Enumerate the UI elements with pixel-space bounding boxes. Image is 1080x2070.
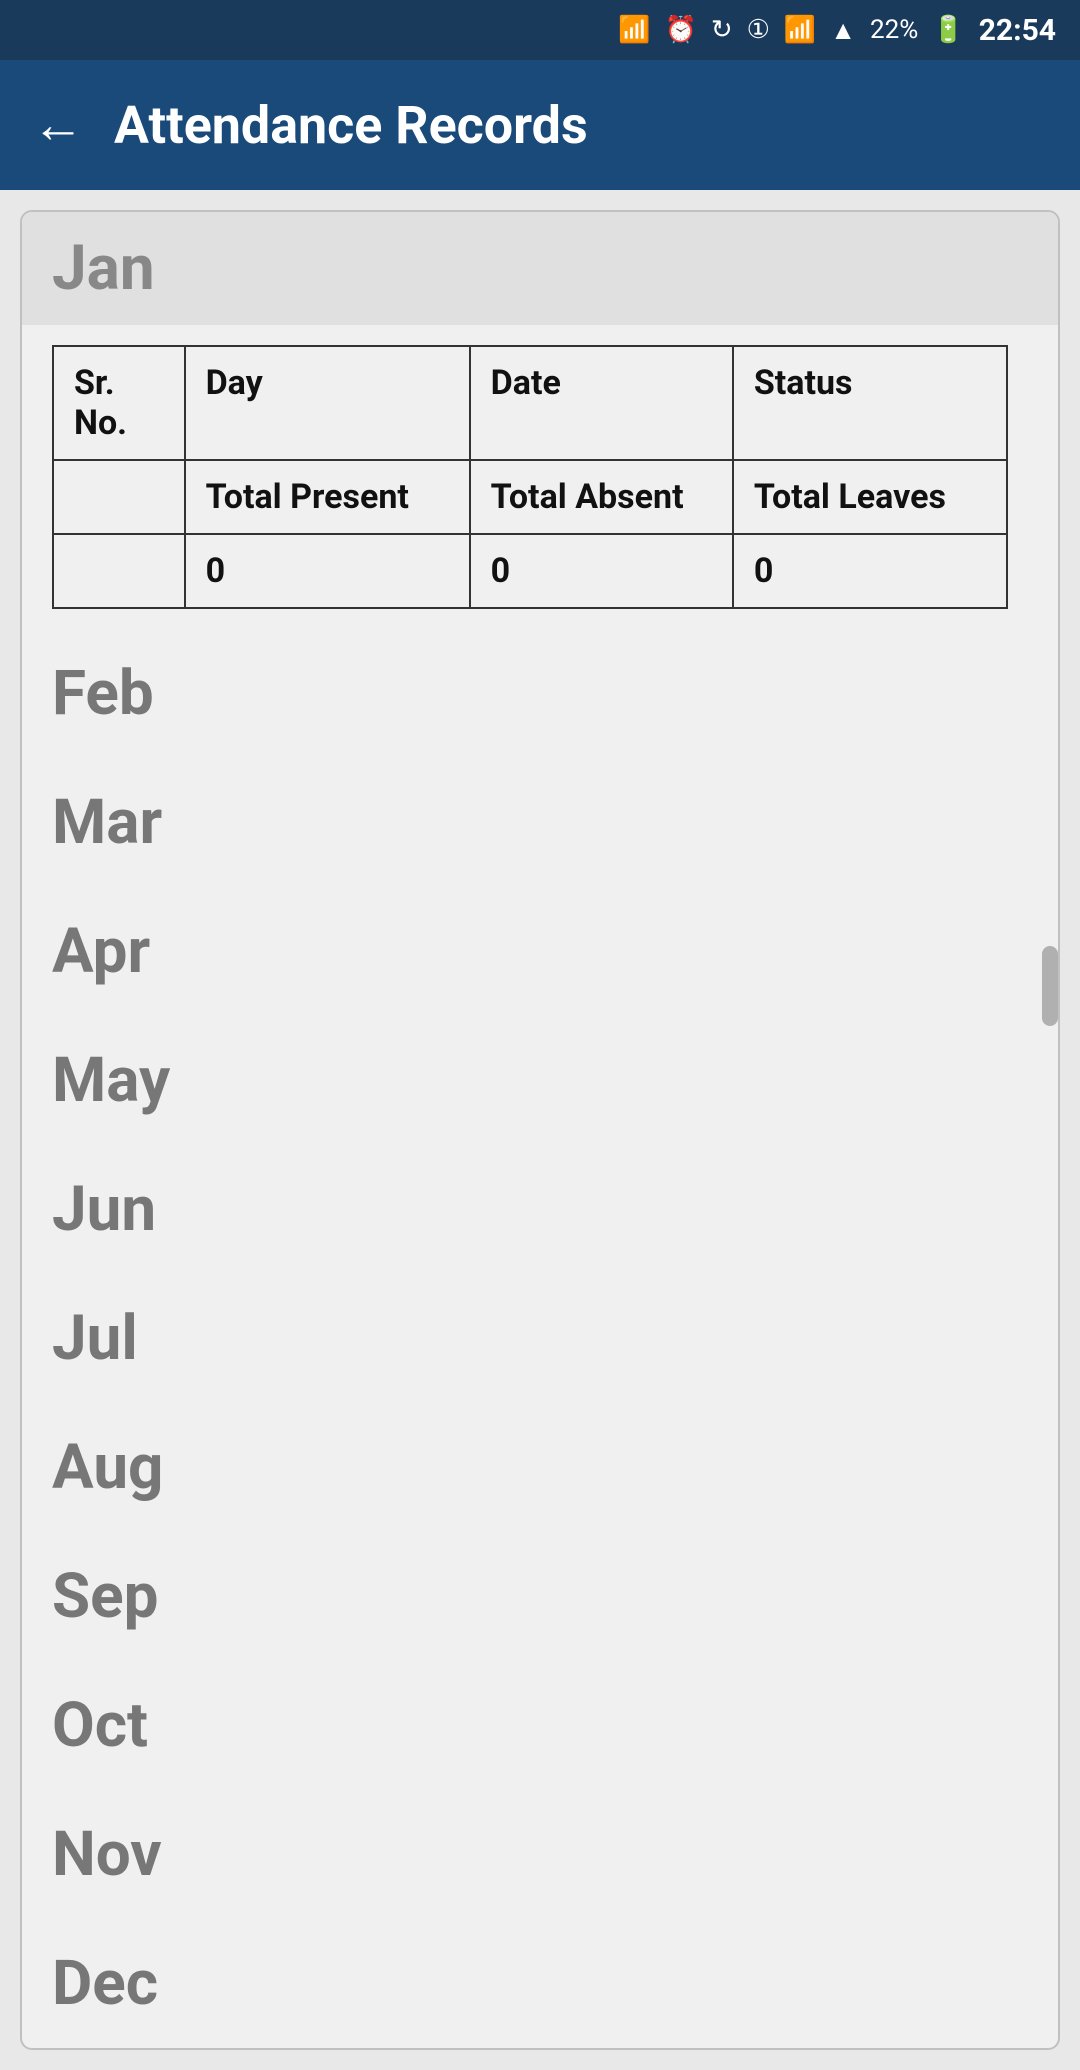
month-list: FebMarAprMayJunJulAugSepOctNovDec (22, 629, 1058, 2048)
jan-month-label: Jan (52, 232, 155, 305)
month-item-apr[interactable]: Apr (22, 887, 1058, 1016)
month-item-jul[interactable]: Jul (22, 1274, 1058, 1403)
app-bar: ← Attendance Records (0, 60, 1080, 190)
col-total-absent-label: Total Absent (470, 460, 733, 534)
status-bar: 📶 ⏰ ↻ ① 📶 ▲ 22% 🔋 22:54 (0, 0, 1080, 60)
col-total-leaves-label: Total Leaves (733, 460, 1007, 534)
sync-icon: ↻ (711, 15, 733, 45)
month-item-may[interactable]: May (22, 1016, 1058, 1145)
status-icons: 📶 ⏰ ↻ ① 📶 ▲ 22% 🔋 22:54 (618, 13, 1056, 48)
col-day-header: Day (185, 346, 470, 460)
attendance-table: Sr. No. Day Date Status Total Present To… (52, 345, 1008, 609)
signal-icon: 📶 (784, 15, 816, 45)
battery-icon: 🔋 (932, 15, 964, 45)
col-sr-data (53, 534, 185, 608)
status-time: 22:54 (979, 13, 1056, 48)
notification-icon: ① (747, 15, 770, 45)
month-item-mar[interactable]: Mar (22, 758, 1058, 887)
jan-month-header[interactable]: Jan (22, 212, 1058, 325)
col-absent-value: 0 (470, 534, 733, 608)
table-header-row: Sr. No. Day Date Status (53, 346, 1007, 460)
main-content: Jan Sr. No. Day Date Status Total Presen… (0, 190, 1080, 2070)
month-item-nov[interactable]: Nov (22, 1790, 1058, 1919)
month-item-jun[interactable]: Jun (22, 1145, 1058, 1274)
page-title: Attendance Records (114, 95, 588, 156)
col-sr-header: Sr. No. (53, 346, 185, 460)
back-button[interactable]: ← (32, 99, 84, 151)
col-status-header: Status (733, 346, 1007, 460)
battery-percent: 22% (870, 15, 918, 45)
col-present-value: 0 (185, 534, 470, 608)
col-total-present-label: Total Present (185, 460, 470, 534)
table-summary-label-row: Total Present Total Absent Total Leaves (53, 460, 1007, 534)
month-item-oct[interactable]: Oct (22, 1661, 1058, 1790)
signal2-icon: ▲ (830, 15, 856, 46)
alarm-icon: ⏰ (664, 15, 696, 45)
bluetooth-icon: 📶 (618, 15, 650, 45)
month-item-sep[interactable]: Sep (22, 1532, 1058, 1661)
col-leaves-value: 0 (733, 534, 1007, 608)
month-item-aug[interactable]: Aug (22, 1403, 1058, 1532)
month-item-feb[interactable]: Feb (22, 629, 1058, 758)
table-data-row: 0 0 0 (53, 534, 1007, 608)
attendance-card: Jan Sr. No. Day Date Status Total Presen… (20, 210, 1060, 2050)
col-date-header: Date (470, 346, 733, 460)
month-item-dec[interactable]: Dec (22, 1919, 1058, 2048)
col-sr-summary (53, 460, 185, 534)
